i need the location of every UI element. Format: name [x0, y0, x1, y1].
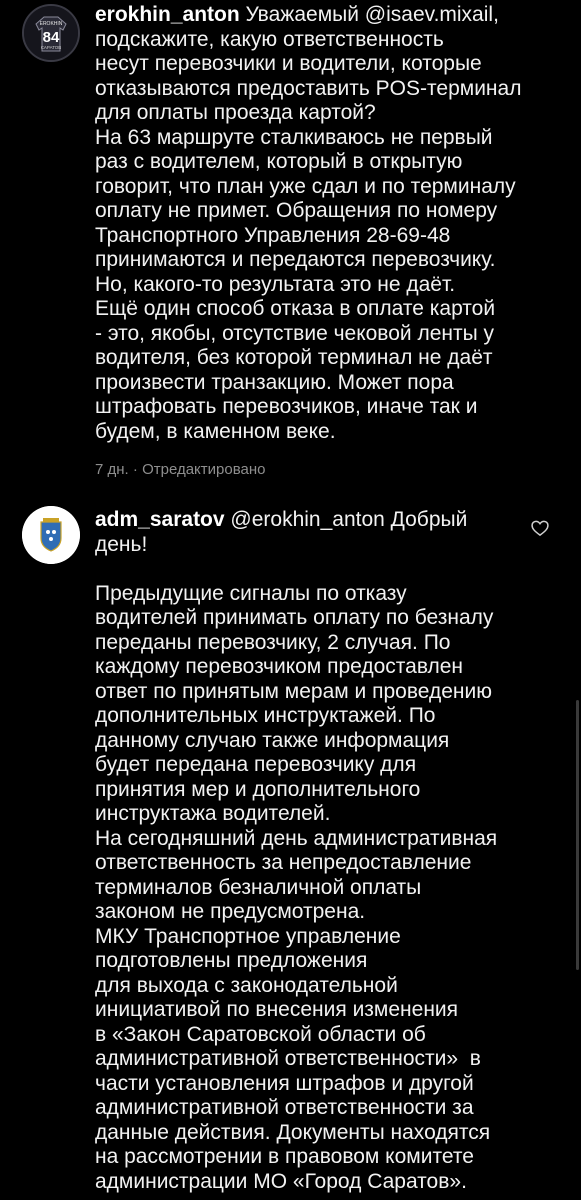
- like-button[interactable]: [530, 518, 550, 538]
- comment-text: @erokhin_anton Добрый день! Предыдущие с…: [95, 508, 498, 1193]
- scrollbar[interactable]: [576, 700, 579, 970]
- avatar[interactable]: EROKHIN 84 САРАТОВ: [22, 4, 80, 62]
- comment-body: adm_saratov @erokhin_anton Добрый день! …: [95, 508, 535, 1194]
- svg-text:84: 84: [43, 29, 60, 46]
- username[interactable]: erokhin_anton: [95, 3, 240, 26]
- heart-outline-icon: [531, 520, 549, 537]
- comment-time[interactable]: 7 дн.: [95, 461, 129, 478]
- comment-body: erokhin_anton Уважаемый @isaev.mixail, п…: [95, 3, 535, 444]
- saratov-coat-of-arms-icon: [22, 506, 80, 564]
- username[interactable]: adm_saratov: [95, 508, 225, 531]
- hockey-jersey-avatar-icon: EROKHIN 84 САРАТОВ: [24, 6, 78, 60]
- edited-label: Отредактировано: [142, 461, 266, 478]
- meta-separator: ·: [128, 461, 143, 478]
- comment-text: Уважаемый @isaev.mixail, подскажите, как…: [95, 3, 522, 443]
- avatar[interactable]: [22, 506, 80, 564]
- svg-text:САРАТОВ: САРАТОВ: [41, 45, 62, 50]
- comment-meta: 7 дн. · Отредактировано: [95, 461, 265, 478]
- svg-text:EROKHIN: EROKHIN: [40, 21, 63, 27]
